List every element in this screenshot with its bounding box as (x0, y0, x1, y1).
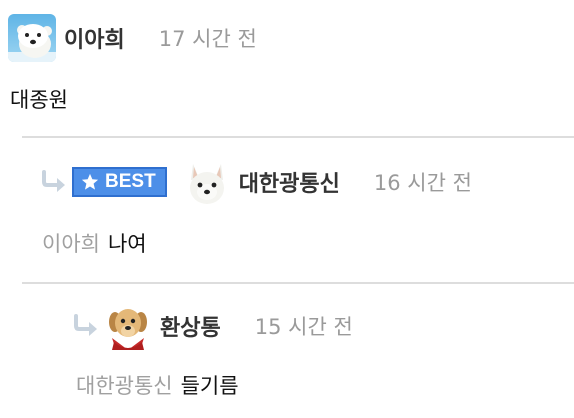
mention-link[interactable]: 대한광통신 (76, 374, 173, 398)
timestamp: 15 시간 전 (254, 315, 353, 339)
comment-header: 환상통 15 시간 전 (72, 302, 353, 350)
comment-text: 나여 (107, 232, 147, 256)
reply-arrow-icon (74, 314, 97, 336)
white-dog-icon[interactable] (182, 158, 231, 206)
best-badge: BEST (72, 167, 167, 197)
username[interactable]: 대한광통신 (239, 166, 340, 198)
comment-body: 이아희 나여 (42, 228, 147, 258)
comment-reply: 환상통 15 시간 전 대한광통신 들기름 (0, 286, 574, 418)
mention-link[interactable]: 이아희 (42, 232, 100, 256)
reply-arrow-icon (42, 170, 65, 192)
polar-bear-icon[interactable] (8, 14, 56, 62)
timestamp: 16 시간 전 (373, 171, 472, 195)
comment-header: BEST 대한광통신 16 시간 전 (40, 158, 472, 206)
best-badge-label: BEST (105, 171, 156, 192)
comment: 이아희 17 시간 전 대종원 (0, 0, 574, 135)
comment-body: 대한광통신 들기름 (76, 370, 239, 400)
star-icon (81, 173, 99, 190)
puppy-icon[interactable] (104, 302, 152, 350)
username[interactable]: 환상통 (160, 310, 221, 342)
divider (22, 136, 574, 138)
comment-text: 대종원 (10, 88, 68, 112)
comment-header: 이아희 17 시간 전 (8, 14, 257, 62)
divider (22, 282, 574, 284)
username[interactable]: 이아희 (64, 22, 125, 54)
comment-reply: BEST 대한광통신 16 시간 전 이아희 나여 (0, 140, 574, 280)
comment-body: 대종원 (10, 84, 68, 114)
comment-text: 들기름 (180, 374, 239, 398)
timestamp: 17 시간 전 (158, 27, 257, 51)
